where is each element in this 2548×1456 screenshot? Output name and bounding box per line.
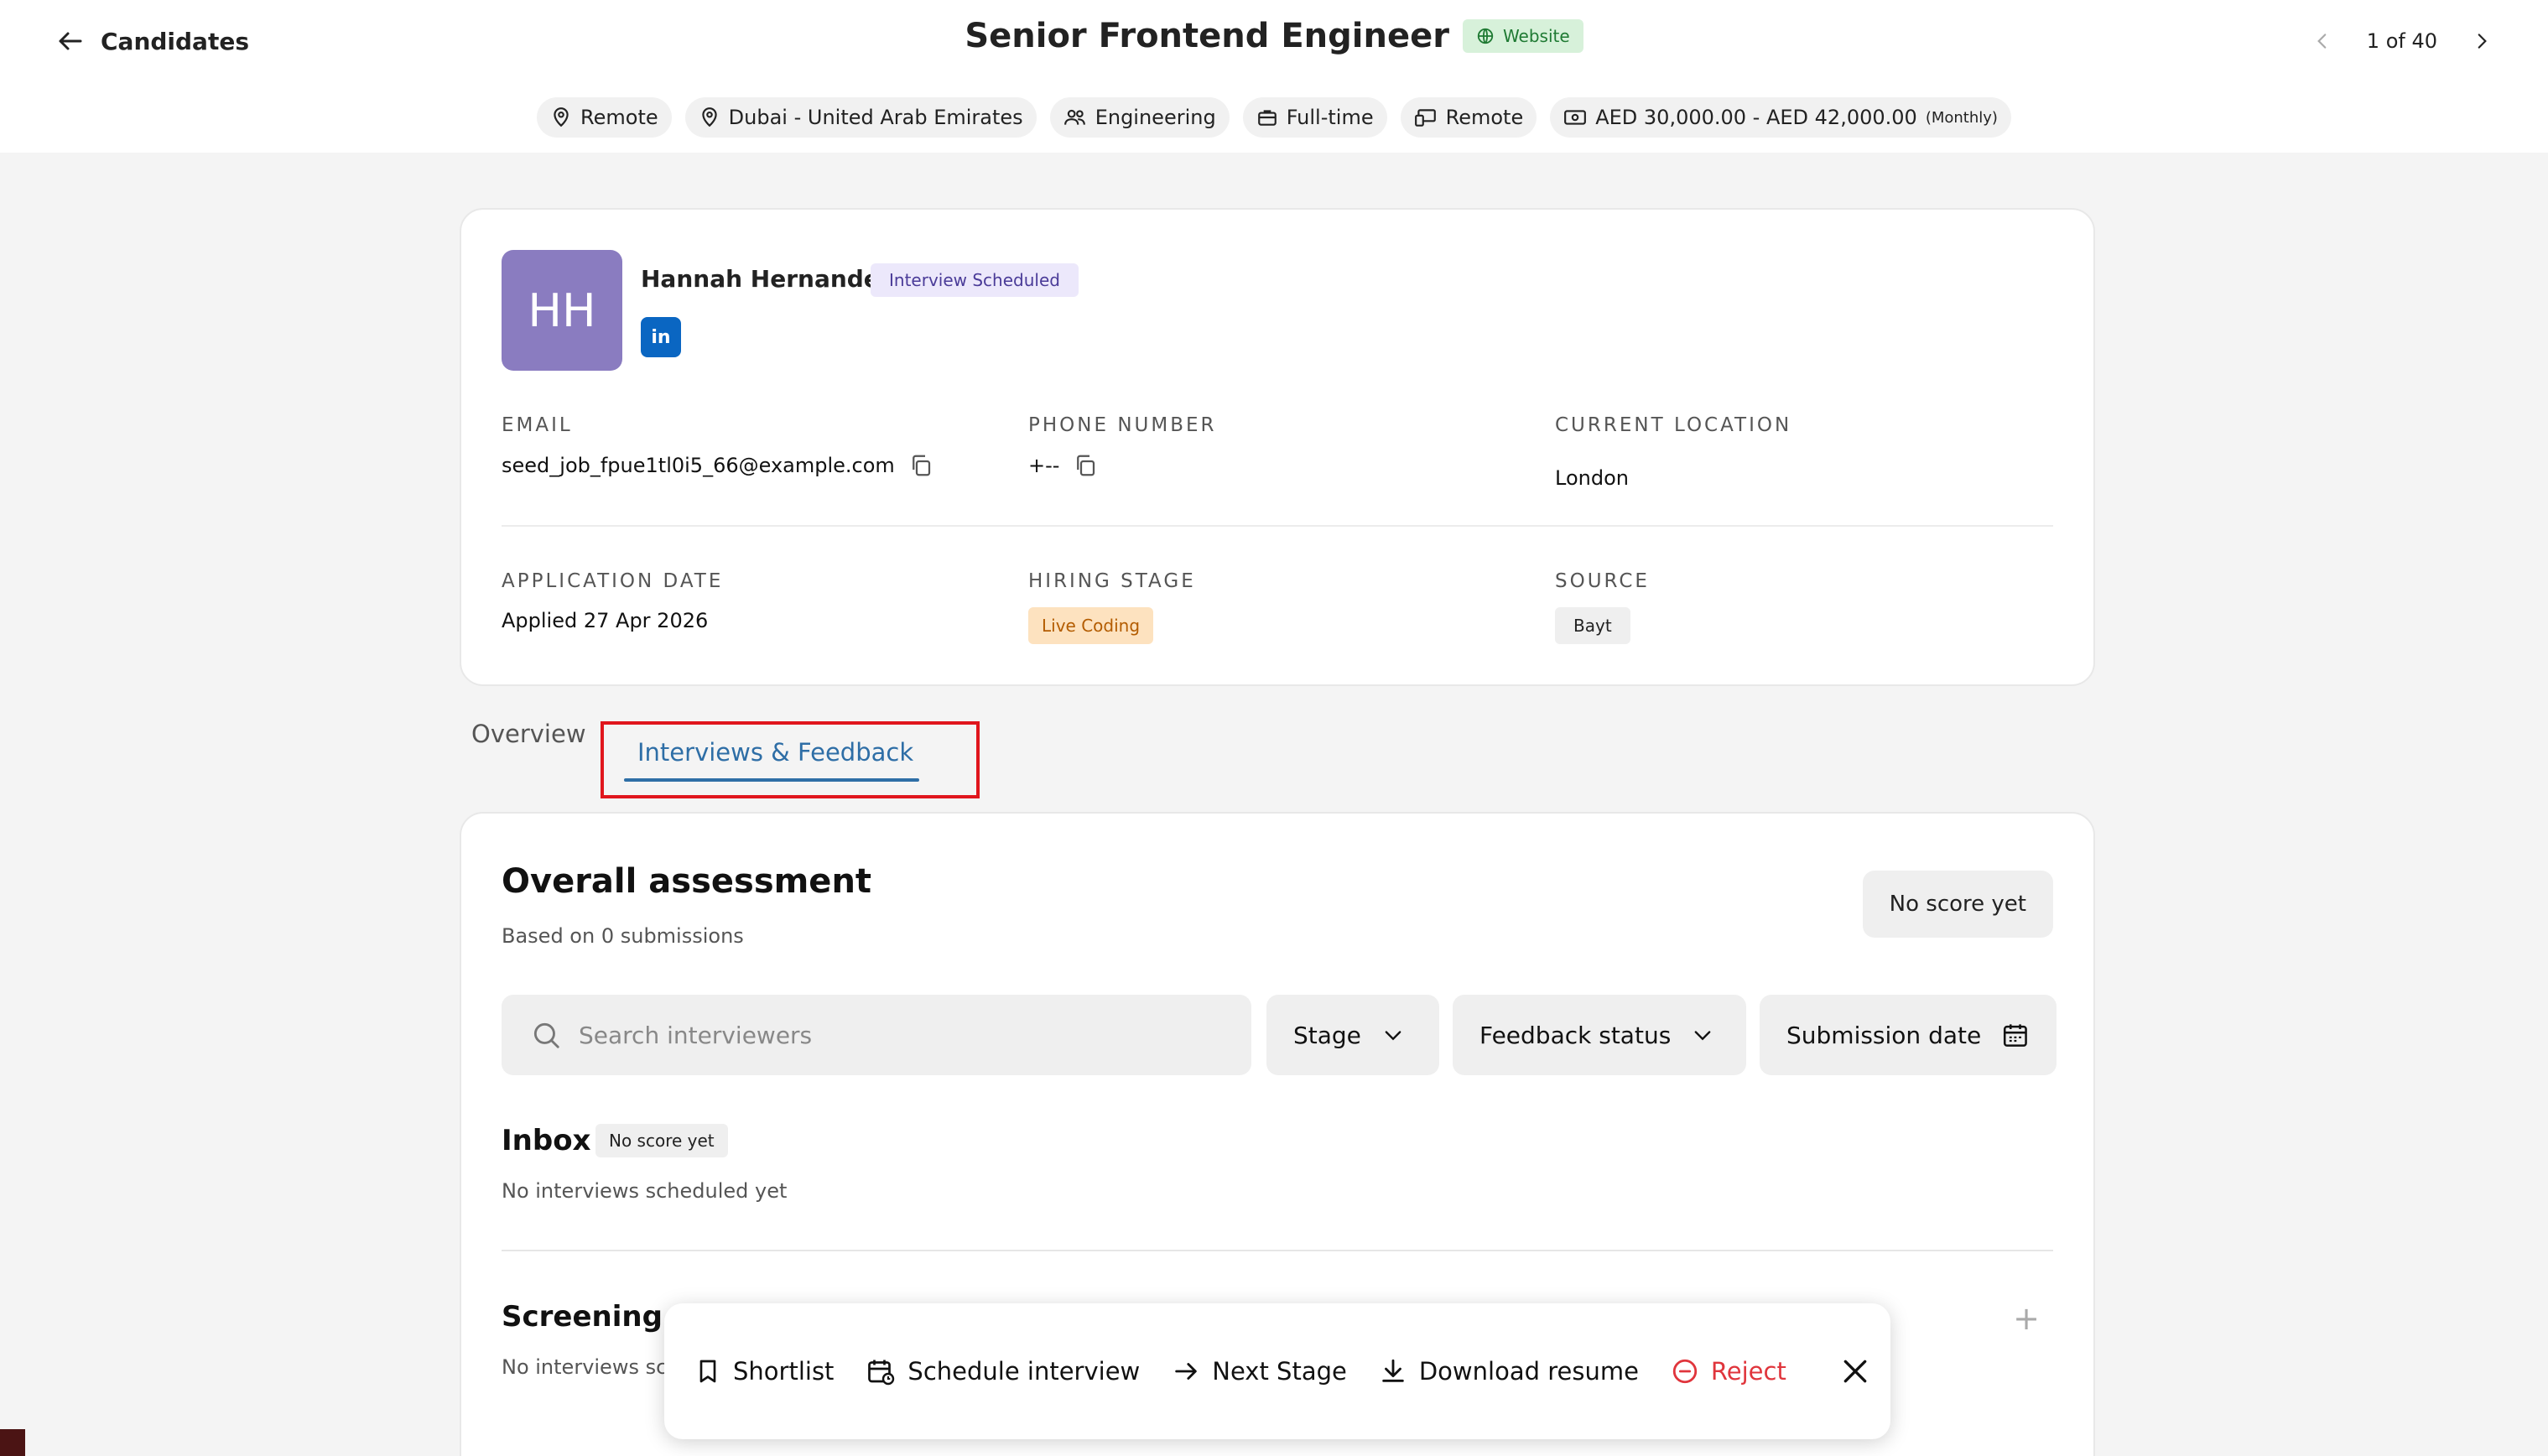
chip-location: Dubai - United Arab Emirates — [684, 97, 1037, 138]
chevron-left-icon[interactable] — [2311, 30, 2333, 52]
download-icon — [1382, 1359, 1404, 1382]
bookmark-icon — [699, 1360, 716, 1383]
candidate-action-bar: Shortlist Schedule interview Next Stage … — [664, 1303, 1890, 1439]
people-icon — [1063, 109, 1085, 125]
submission-date-picker[interactable]: Submission date — [1760, 995, 2057, 1075]
location-value: London — [1555, 466, 1629, 490]
status-badge: Interview Scheduled — [871, 263, 1079, 297]
add-interview-icon[interactable]: + — [2013, 1300, 2040, 1337]
chip-label: Engineering — [1095, 106, 1216, 129]
devices-icon — [1414, 109, 1436, 127]
title-area: Senior Frontend Engineer Website — [0, 17, 2548, 55]
source-label: SOURCE — [1555, 570, 1650, 592]
feedback-status-label: Feedback status — [1479, 1021, 1672, 1049]
chip-label: Full-time — [1286, 106, 1374, 129]
divider — [502, 1250, 2053, 1251]
close-icon — [1843, 1360, 1867, 1383]
email-text: seed_job_fpue1tl0i5_66@example.com — [502, 454, 895, 477]
search-placeholder: Search interviewers — [579, 1021, 813, 1049]
window-corner — [0, 1429, 25, 1456]
inbox-empty-text: No interviews scheduled yet — [502, 1179, 788, 1203]
submission-date-label: Submission date — [1786, 1021, 1982, 1049]
chip-employment-type: Full-time — [1242, 97, 1387, 138]
divider — [502, 525, 2053, 527]
tab-overview[interactable]: Overview — [471, 720, 586, 748]
stage-filter-label: Stage — [1293, 1021, 1361, 1049]
reject-button[interactable]: Reject — [1671, 1357, 1786, 1386]
candidate-pager: 1 of 40 — [2311, 22, 2493, 60]
active-tab-indicator — [624, 778, 919, 782]
assessment-title: Overall assessment — [502, 862, 872, 901]
inbox-section-title: Inbox — [502, 1124, 591, 1157]
download-resume-button[interactable]: Download resume — [1379, 1357, 1639, 1386]
pin-icon — [554, 107, 569, 127]
tab-interviews-feedback-label: Interviews & Feedback — [637, 738, 914, 767]
application-date-label: APPLICATION DATE — [502, 570, 724, 592]
arrow-right-icon — [1175, 1363, 1198, 1380]
money-icon — [1564, 110, 1587, 125]
chip-label: Remote — [580, 106, 658, 129]
pager-count: 1 of 40 — [2366, 29, 2437, 53]
schedule-interview-button[interactable]: Schedule interview — [866, 1356, 1140, 1386]
email-label: EMAIL — [502, 414, 573, 436]
website-badge-label: Website — [1502, 26, 1570, 46]
next-stage-button[interactable]: Next Stage — [1172, 1357, 1347, 1386]
phone-text: +-- — [1028, 454, 1060, 477]
hiring-stage-label: HIRING STAGE — [1028, 570, 1196, 592]
pin-icon — [701, 107, 717, 127]
phone-label: PHONE NUMBER — [1028, 414, 1217, 436]
globe-icon — [1477, 28, 1494, 44]
chip-label: Remote — [1445, 106, 1524, 129]
calendar-clock-icon — [868, 1360, 895, 1386]
stage-filter-dropdown[interactable]: Stage — [1266, 995, 1439, 1075]
schedule-interview-label: Schedule interview — [907, 1357, 1141, 1386]
location-label: CURRENT LOCATION — [1555, 414, 1792, 436]
inbox-score-badge: No score yet — [595, 1124, 728, 1157]
search-interviewers-input[interactable]: Search interviewers — [502, 995, 1251, 1075]
search-icon — [533, 1022, 559, 1048]
source-badge: Bayt — [1555, 607, 1630, 644]
chip-suffix: (Monthly) — [1925, 108, 1998, 127]
copy-icon[interactable] — [908, 453, 933, 478]
application-date-value: Applied 27 Apr 2026 — [502, 609, 709, 632]
reject-label: Reject — [1710, 1357, 1786, 1386]
next-stage-label: Next Stage — [1212, 1357, 1347, 1386]
linkedin-icon[interactable]: in — [641, 317, 681, 357]
feedback-status-dropdown[interactable]: Feedback status — [1453, 995, 1746, 1075]
hiring-stage-badge: Live Coding — [1028, 607, 1154, 644]
copy-icon[interactable] — [1073, 453, 1098, 478]
job-meta-chips: Remote Dubai - United Arab Emirates Engi… — [0, 97, 2548, 138]
briefcase-icon — [1257, 110, 1277, 126]
chip-remote: Remote — [1400, 97, 1537, 138]
avatar: HH — [502, 250, 622, 371]
calendar-icon — [2004, 1024, 2028, 1047]
screening-empty-text: No interviews sc — [502, 1355, 668, 1379]
chip-workplace: Remote — [537, 97, 672, 138]
phone-value: +-- — [1028, 453, 1098, 478]
candidate-name: Hannah Hernandez — [641, 265, 894, 293]
page-title: Senior Frontend Engineer — [965, 17, 1449, 55]
candidate-profile-card: HH Hannah Hernandez Interview Scheduled … — [460, 208, 2095, 686]
job-header: Candidates Senior Frontend Engineer Webs… — [0, 0, 2548, 153]
shortlist-button[interactable]: Shortlist — [694, 1357, 834, 1386]
close-action-bar-button[interactable] — [1838, 1355, 1872, 1388]
website-badge: Website — [1462, 19, 1583, 53]
download-resume-label: Download resume — [1418, 1357, 1639, 1386]
chip-salary: AED 30,000.00 - AED 42,000.00 (Monthly) — [1550, 97, 2011, 138]
chevron-down-icon — [1694, 1031, 1711, 1041]
chip-label: AED 30,000.00 - AED 42,000.00 — [1595, 106, 1917, 129]
assessment-subtitle: Based on 0 submissions — [502, 924, 744, 948]
chip-label: Dubai - United Arab Emirates — [728, 106, 1023, 129]
chip-department: Engineering — [1049, 97, 1230, 138]
tab-interviews-feedback[interactable]: Interviews & Feedback — [601, 721, 980, 798]
shortlist-label: Shortlist — [733, 1357, 835, 1386]
overall-score-pill: No score yet — [1862, 871, 2053, 938]
email-value: seed_job_fpue1tl0i5_66@example.com — [502, 453, 933, 478]
chevron-right-icon[interactable] — [2471, 30, 2493, 52]
chevron-down-icon — [1385, 1031, 1401, 1041]
minus-circle-icon — [1672, 1359, 1698, 1384]
